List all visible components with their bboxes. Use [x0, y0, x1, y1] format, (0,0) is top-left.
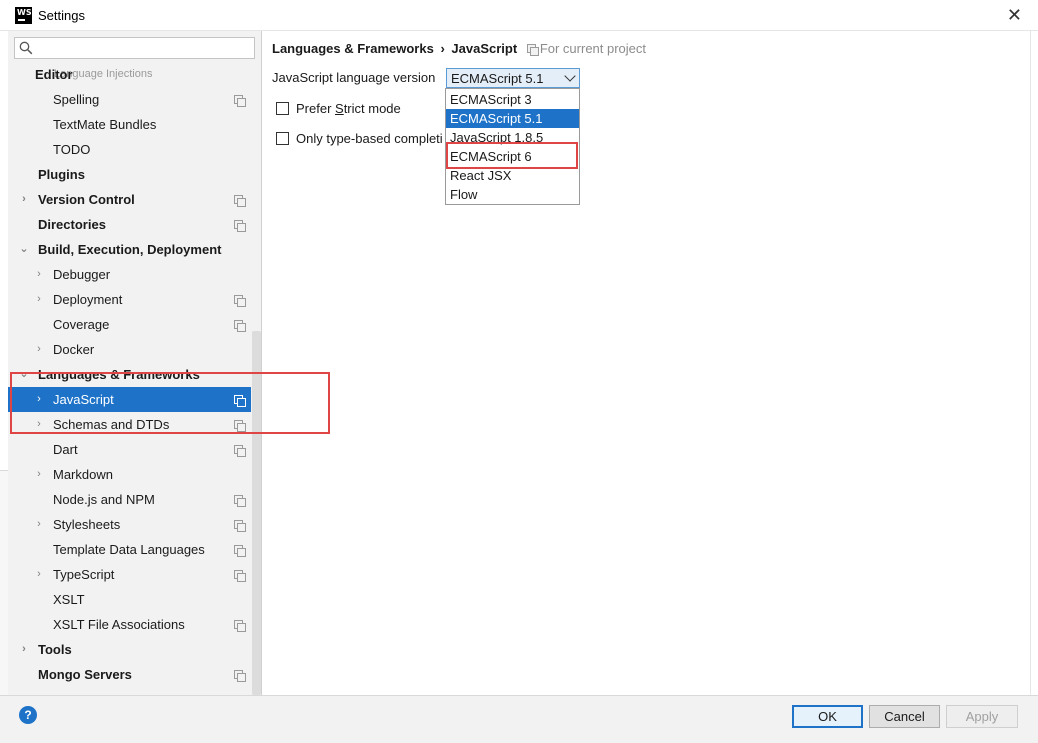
project-scope-icon — [234, 545, 246, 557]
dropdown-option[interactable]: Flow — [446, 185, 579, 204]
tree-item-label: Editor — [35, 67, 73, 82]
project-scope-icon — [234, 520, 246, 532]
tree-item-label: TODO — [53, 142, 91, 157]
help-icon[interactable]: ? — [19, 706, 37, 724]
tree-item-label: Debugger — [53, 267, 111, 282]
title-bar: WS Settings ✕ — [0, 0, 1038, 31]
chevron-down-icon — [564, 70, 576, 82]
chevron-right-icon[interactable]: › — [33, 562, 45, 587]
webstorm-logo-icon: WS — [15, 7, 32, 24]
tree-item[interactable]: Node.js and NPM — [8, 487, 261, 512]
window-edge — [1030, 31, 1038, 695]
tree-item-label: Stylesheets — [53, 517, 121, 532]
tree-item[interactable]: XSLT — [8, 587, 261, 612]
dropdown-option[interactable]: ECMAScript 3 — [446, 90, 579, 109]
chevron-right-icon[interactable]: › — [33, 287, 45, 312]
tree-item[interactable]: › Stylesheets — [8, 512, 261, 537]
tree-item[interactable]: TextMate Bundles — [8, 112, 261, 137]
tree-item-label: Plugins — [38, 167, 85, 182]
tree-item-label: Dart — [53, 442, 78, 457]
tree-item-label: Mongo Servers — [38, 667, 132, 682]
prefer-strict-label: Prefer Strict mode — [296, 101, 401, 116]
scope-label: For current project — [539, 41, 647, 56]
tree-item-label: Coverage — [53, 317, 110, 332]
scope-note: For current project — [526, 41, 647, 56]
breadcrumb-separator: › — [440, 41, 445, 56]
project-scope-icon — [234, 195, 246, 207]
tree-item-label: Markdown — [53, 467, 113, 482]
chevron-right-icon[interactable]: › — [33, 512, 45, 537]
project-scope-icon — [234, 220, 246, 232]
tree-item-label: Tools — [38, 642, 72, 657]
tree-item-label: TextMate Bundles — [53, 117, 157, 132]
tree-item[interactable]: Plugins — [8, 162, 261, 187]
dropdown-option[interactable]: ECMAScript 5.1 — [446, 109, 579, 128]
tree-item[interactable]: Directories — [8, 212, 261, 237]
search-icon — [19, 41, 33, 55]
chevron-right-icon[interactable]: › — [33, 262, 45, 287]
tree-item-label: Deployment — [53, 292, 123, 307]
type-based-label: Only type-based completi — [296, 131, 443, 146]
js-version-select[interactable]: ECMAScript 5.1 — [446, 68, 580, 88]
tree-item-label: Directories — [38, 217, 106, 232]
settings-sidebar: Language Injections Editor Spelling TextMa… — [8, 31, 262, 695]
tree-item[interactable]: › Markdown — [8, 462, 261, 487]
project-scope-icon — [234, 620, 246, 632]
breadcrumb-current: JavaScript — [451, 41, 518, 56]
breadcrumb: Languages & Frameworks › JavaScript For … — [272, 41, 646, 56]
tree-item[interactable]: TODO — [8, 137, 261, 162]
chevron-right-icon[interactable]: › — [18, 187, 30, 212]
tree-item[interactable]: Dart — [8, 437, 261, 462]
tree-item[interactable]: › Docker — [8, 337, 261, 362]
tree-item-label: Spelling — [53, 92, 100, 107]
tree-item[interactable]: Mongo Servers — [8, 662, 261, 687]
tree-item-label: Template Data Languages — [53, 542, 205, 557]
tree-item[interactable]: › Tools — [8, 637, 261, 662]
apply-button[interactable]: Apply — [946, 705, 1018, 728]
chevron-right-icon[interactable]: › — [33, 462, 45, 487]
project-scope-icon — [234, 495, 246, 507]
tree-item-label: Node.js and NPM — [53, 492, 155, 507]
project-scope-icon — [234, 445, 246, 457]
tree-item[interactable]: ⌄ Build, Execution, Deployment — [8, 237, 261, 262]
ok-button[interactable]: OK — [792, 705, 863, 728]
annotation-highlight-box — [10, 372, 330, 434]
annotation-highlight-box — [446, 142, 578, 169]
tree-item[interactable]: Editor — [8, 62, 261, 87]
tree-item-label: Build, Execution, Deployment — [38, 242, 222, 257]
chevron-down-icon[interactable]: ⌄ — [18, 237, 30, 262]
tree-item[interactable]: › TypeScript — [8, 562, 261, 587]
chevron-right-icon[interactable]: › — [33, 337, 45, 362]
tree-item[interactable]: › Deployment — [8, 287, 261, 312]
tree-item-label: XSLT File Associations — [53, 617, 185, 632]
breadcrumb-parent: Languages & Frameworks — [272, 41, 434, 56]
tree-item-label: Version Control — [38, 192, 135, 207]
tree-item-label: Docker — [53, 342, 95, 357]
tree-item[interactable]: › Version Control — [8, 187, 261, 212]
js-version-label: JavaScript language version — [272, 70, 436, 85]
project-scope-icon — [234, 295, 246, 307]
tree-item[interactable]: Coverage — [8, 312, 261, 337]
tree-item-label: XSLT — [53, 592, 85, 607]
project-scope-icon — [234, 320, 246, 332]
tree-item-label: TypeScript — [53, 567, 115, 582]
window-title: Settings — [38, 8, 85, 23]
tree-item[interactable]: XSLT File Associations — [8, 612, 261, 637]
project-scope-icon — [526, 44, 539, 56]
project-scope-icon — [234, 95, 246, 107]
project-scope-icon — [234, 670, 246, 682]
settings-search-input[interactable] — [14, 37, 255, 59]
type-based-checkbox[interactable] — [276, 132, 289, 145]
project-scope-icon — [234, 570, 246, 582]
tree-item[interactable]: Template Data Languages — [8, 537, 261, 562]
js-version-value: ECMAScript 5.1 — [451, 71, 544, 86]
prefer-strict-checkbox[interactable] — [276, 102, 289, 115]
tree-item[interactable]: Spelling — [8, 87, 261, 112]
close-icon[interactable]: ✕ — [1007, 5, 1022, 26]
tree-item[interactable]: › Debugger — [8, 262, 261, 287]
dialog-footer: ? OK Cancel Apply — [0, 695, 1038, 743]
chevron-right-icon[interactable]: › — [18, 637, 30, 662]
cancel-button[interactable]: Cancel — [869, 705, 940, 728]
